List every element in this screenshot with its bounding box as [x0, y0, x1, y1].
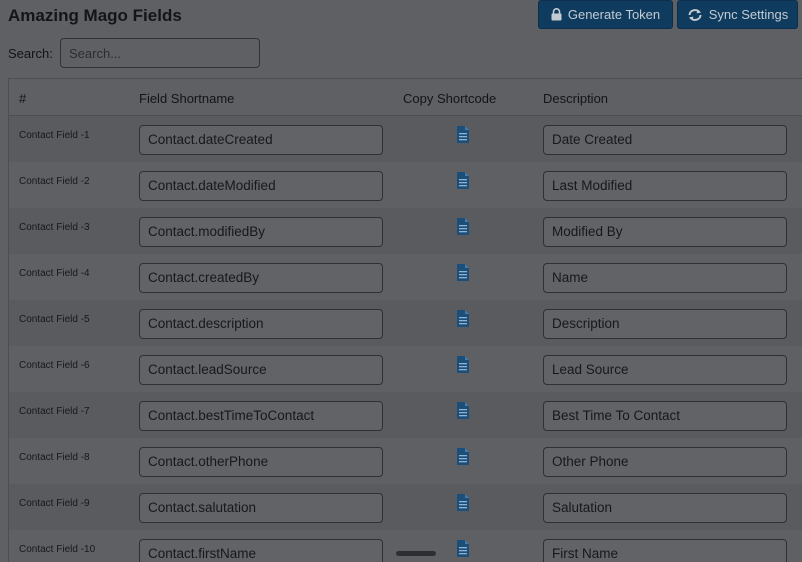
table-row: Contact Field -8 Contact.otherPhone Othe…	[9, 438, 802, 484]
description-input[interactable]: Other Phone	[543, 447, 787, 477]
row-index: Contact Field -5	[19, 314, 90, 325]
lock-icon	[551, 8, 562, 21]
field-shortname-input[interactable]: Contact.dateModified	[139, 171, 383, 201]
generate-token-button[interactable]: Generate Token	[538, 0, 673, 29]
row-index: Contact Field -1	[19, 130, 90, 141]
row-index: Contact Field -10	[19, 544, 96, 555]
field-shortname-input[interactable]: Contact.description	[139, 309, 383, 339]
row-index: Contact Field -4	[19, 268, 90, 279]
document-icon[interactable]	[456, 218, 470, 235]
table-row: Contact Field -3 Contact.modifiedBy Modi…	[9, 208, 802, 254]
document-icon[interactable]	[456, 310, 470, 327]
document-icon[interactable]	[456, 494, 470, 511]
document-icon[interactable]	[456, 126, 470, 143]
document-icon[interactable]	[456, 540, 470, 557]
field-shortname-input[interactable]: Contact.firstName	[139, 539, 383, 562]
sync-settings-label: Sync Settings	[708, 7, 789, 22]
field-shortname-input[interactable]: Contact.salutation	[139, 493, 383, 523]
row-index: Contact Field -9	[19, 498, 90, 509]
generate-token-label: Generate Token	[567, 7, 661, 22]
table-header: # Field Shortname Copy Shortcode Descrip…	[9, 79, 802, 116]
search-label: Search:	[8, 46, 53, 61]
table-row: Contact Field -4 Contact.createdBy Name	[9, 254, 802, 300]
description-input[interactable]: Date Created	[543, 125, 787, 155]
field-shortname-input[interactable]: Contact.leadSource	[139, 355, 383, 385]
row-index: Contact Field -7	[19, 406, 90, 417]
column-header-copy-shortcode: Copy Shortcode	[403, 91, 497, 106]
row-index: Contact Field -3	[19, 222, 90, 233]
table-row: Contact Field -10 Contact.firstName Firs…	[9, 530, 802, 562]
table-row: Contact Field -6 Contact.leadSource Lead…	[9, 346, 802, 392]
column-header-index: #	[19, 91, 27, 106]
description-input[interactable]: Description	[543, 309, 787, 339]
field-shortname-input[interactable]: Contact.bestTimeToContact	[139, 401, 383, 431]
search-input[interactable]	[60, 38, 260, 68]
table-row: Contact Field -5 Contact.description Des…	[9, 300, 802, 346]
field-shortname-input[interactable]: Contact.dateCreated	[139, 125, 383, 155]
column-header-description: Description	[543, 91, 609, 106]
field-shortname-input[interactable]: Contact.modifiedBy	[139, 217, 383, 247]
description-input[interactable]: Last Modified	[543, 171, 787, 201]
table-row: Contact Field -1 Contact.dateCreated Dat…	[9, 116, 802, 162]
row-index: Contact Field -8	[19, 452, 90, 463]
table-row: Contact Field -9 Contact.salutation Salu…	[9, 484, 802, 530]
description-input[interactable]: Best Time To Contact	[543, 401, 787, 431]
sync-icon	[687, 8, 703, 22]
fields-table: # Field Shortname Copy Shortcode Descrip…	[8, 78, 802, 562]
sync-settings-button[interactable]: Sync Settings	[677, 0, 798, 29]
row-index: Contact Field -6	[19, 360, 90, 371]
description-input[interactable]: Salutation	[543, 493, 787, 523]
description-input[interactable]: First Name	[543, 539, 787, 562]
field-shortname-input[interactable]: Contact.otherPhone	[139, 447, 383, 477]
table-row: Contact Field -7 Contact.bestTimeToConta…	[9, 392, 802, 438]
horizontal-scroll-handle[interactable]	[396, 551, 436, 556]
document-icon[interactable]	[456, 172, 470, 189]
document-icon[interactable]	[456, 356, 470, 373]
description-input[interactable]: Name	[543, 263, 787, 293]
page-title: Amazing Mago Fields	[8, 6, 182, 25]
document-icon[interactable]	[456, 402, 470, 419]
description-input[interactable]: Modified By	[543, 217, 787, 247]
table-row: Contact Field -2 Contact.dateModified La…	[9, 162, 802, 208]
column-header-field-shortname: Field Shortname	[139, 91, 235, 106]
document-icon[interactable]	[456, 264, 470, 281]
document-icon[interactable]	[456, 448, 470, 465]
field-shortname-input[interactable]: Contact.createdBy	[139, 263, 383, 293]
row-index: Contact Field -2	[19, 176, 90, 187]
description-input[interactable]: Lead Source	[543, 355, 787, 385]
